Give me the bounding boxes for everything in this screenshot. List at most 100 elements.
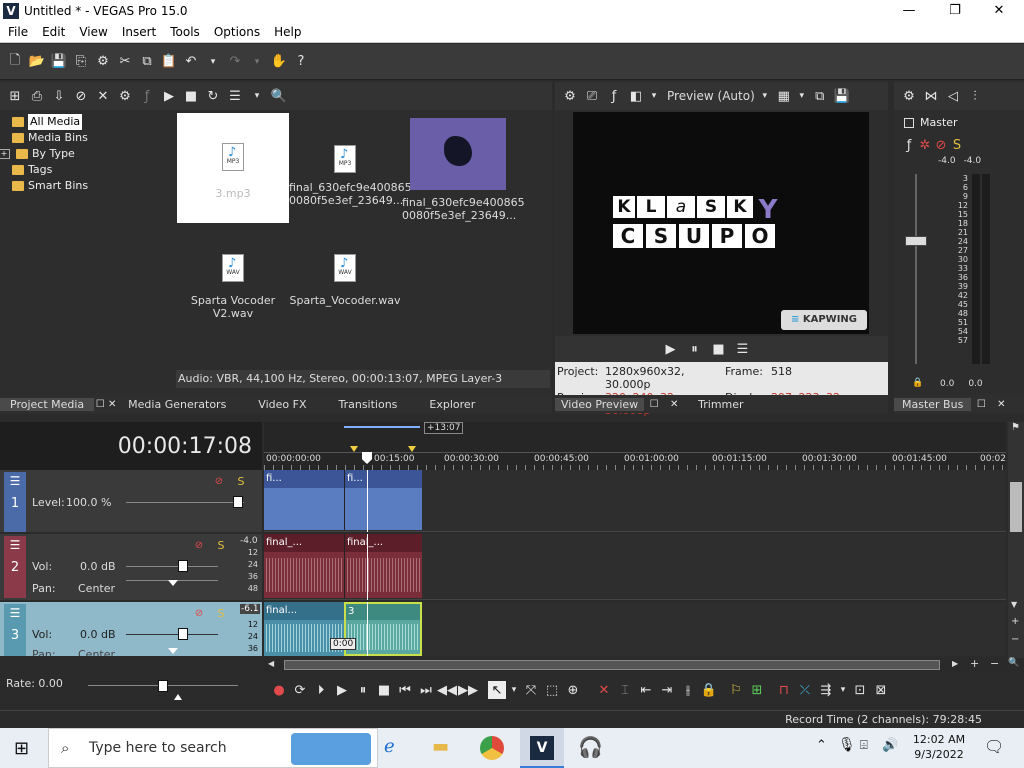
lock-event-icon[interactable]: 🔒	[700, 681, 718, 699]
touch-hand-icon[interactable]: ✋	[270, 53, 288, 71]
track-header-3[interactable]: ☰ 3 ⊘ S -6.1 Vol: 0.0 dB Pan: Center 12 2…	[0, 602, 262, 656]
audio-clip[interactable]: final_...	[344, 534, 422, 598]
master-properties-icon[interactable]: ⚙	[900, 87, 918, 105]
volume-slider-handle[interactable]	[178, 628, 188, 640]
microphone-icon[interactable]: 🎙	[838, 737, 856, 753]
undock-icon[interactable]: ☐	[94, 395, 106, 413]
trim-end-icon[interactable]: ⇥	[658, 681, 676, 699]
tree-item-smart-bins[interactable]: Smart Bins	[12, 178, 172, 194]
media-item[interactable]: WAV Sparta Vocoder V2.wav	[177, 254, 289, 320]
menu-options[interactable]: Options	[214, 25, 260, 39]
undock-icon[interactable]: ☐	[971, 395, 991, 413]
record-icon[interactable]: ●	[270, 681, 288, 699]
stop-preview-icon[interactable]: ■	[182, 87, 200, 105]
timeline-vertical-scrollbar[interactable]: ▼ + −	[1008, 470, 1024, 658]
capture-video-icon[interactable]: ⎙	[28, 87, 46, 105]
pan-slider-handle[interactable]	[168, 648, 178, 654]
downmix-icon[interactable]: ⋈	[922, 87, 940, 105]
network-icon[interactable]: ⌹	[860, 738, 868, 753]
preview-device-icon[interactable]: ⎚	[583, 87, 601, 105]
play-preview-icon[interactable]: ▶	[160, 87, 178, 105]
master-fx-icon[interactable]: ƒ	[902, 136, 916, 154]
tab-master-bus[interactable]: Master Bus	[894, 397, 972, 411]
master-mute-icon[interactable]: ⊘	[934, 136, 948, 154]
media-item[interactable]: MP3 3.mp3	[177, 113, 289, 223]
menu-edit[interactable]: Edit	[42, 25, 65, 39]
tab-explorer[interactable]: Explorer	[419, 398, 485, 411]
tree-item-by-type[interactable]: + By Type	[0, 146, 172, 162]
master-fader-handle[interactable]	[905, 236, 927, 246]
tab-transitions[interactable]: Transitions	[328, 398, 407, 411]
preview-menu-icon[interactable]: ☰	[734, 340, 752, 358]
video-clip[interactable]: fi...	[344, 470, 422, 530]
preview-pause-icon[interactable]: ⏸	[686, 340, 704, 358]
track-lane-2[interactable]: final_... final_...	[264, 534, 1006, 600]
preview-play-icon[interactable]: ▶	[662, 340, 680, 358]
paste-icon[interactable]: 📋	[160, 53, 178, 71]
lock-icon[interactable]: 🔒	[912, 378, 923, 388]
track-menu-icon[interactable]: ☰	[4, 474, 26, 488]
render-icon[interactable]: ⎘	[72, 53, 90, 71]
ripple-dropdown-icon[interactable]: ▾	[838, 681, 848, 699]
maximize-button[interactable]: ❐	[932, 0, 978, 22]
undo-dropdown-icon[interactable]: ▾	[204, 53, 222, 71]
show-hidden-icons[interactable]: ⌃	[816, 738, 827, 753]
views-dropdown-icon[interactable]: ▾	[248, 87, 266, 105]
media-item[interactable]: final_630efc9e400865 0080f5e3ef_23649...	[402, 118, 525, 222]
trim-icon[interactable]: ⇤	[637, 681, 655, 699]
tree-item-all-media[interactable]: All Media	[12, 114, 172, 130]
close-tab-icon[interactable]: ✕	[106, 395, 118, 413]
scroll-right-icon[interactable]: ▶	[952, 659, 958, 668]
media-item[interactable]: MP3 final_630efc9e400865 0080f5e3ef_2364…	[289, 113, 412, 207]
pan-slider-handle[interactable]	[168, 580, 178, 586]
previous-frame-icon[interactable]: ◀◀	[437, 681, 457, 699]
go-to-end-icon[interactable]: ⏭	[417, 681, 435, 699]
undo-icon[interactable]: ↶	[182, 53, 200, 71]
copy-snapshot-icon[interactable]: ⧉	[811, 87, 829, 105]
track-lane-3[interactable]: final... 3 0:00	[264, 602, 1006, 656]
normal-edit-tool-icon[interactable]: ↖	[488, 681, 506, 699]
tree-item-tags[interactable]: Tags	[12, 162, 172, 178]
tab-video-preview[interactable]: Video Preview	[555, 397, 645, 411]
next-frame-icon[interactable]: ▶▶	[458, 681, 478, 699]
video-clip[interactable]: fi...	[264, 470, 344, 530]
file-explorer-icon[interactable]: ▬	[432, 736, 449, 757]
new-project-icon[interactable]: 🗋	[6, 53, 24, 71]
close-tab-icon[interactable]: ✕	[991, 395, 1011, 413]
zoom-out-horizontal-icon[interactable]: −	[990, 657, 999, 670]
tab-trimmer[interactable]: Trimmer	[688, 398, 753, 411]
whats-this-help-icon[interactable]: ?	[292, 53, 310, 71]
preview-properties-icon[interactable]: ⚙	[561, 87, 579, 105]
internet-explorer-icon[interactable]: ℯ	[384, 736, 395, 757]
zoom-edit-tool-icon[interactable]: ⊕	[564, 681, 582, 699]
track2-mute-icon[interactable]: ⊘	[190, 536, 208, 554]
track-menu-icon[interactable]: ☰	[4, 538, 26, 552]
insert-marker-icon[interactable]: ⚐	[727, 681, 745, 699]
taskbar-vegas-active[interactable]: V	[520, 728, 564, 768]
play-icon[interactable]: ▶	[333, 681, 351, 699]
menu-tools[interactable]: Tools	[170, 25, 200, 39]
dim-output-icon[interactable]: ◁	[944, 87, 962, 105]
scroll-left-icon[interactable]: ◀	[268, 659, 274, 668]
zoom-in-vertical-icon[interactable]: +	[1011, 616, 1019, 627]
undock-icon[interactable]: ☐	[644, 395, 664, 413]
zoom-out-vertical-icon[interactable]: −	[1011, 634, 1019, 645]
auto-crossfade-icon[interactable]: ⤫	[796, 681, 814, 699]
import-media-icon[interactable]: ⊞	[6, 87, 24, 105]
overlays-dropdown-icon[interactable]: ▾	[797, 87, 807, 105]
stop-icon[interactable]: ■	[375, 681, 393, 699]
track1-solo-icon[interactable]: S	[232, 472, 250, 490]
track-menu-icon[interactable]: ☰	[4, 606, 26, 620]
tree-item-media-bins[interactable]: Media Bins	[12, 130, 172, 146]
tab-project-media[interactable]: Project Media	[0, 397, 95, 411]
rate-slider-handle[interactable]	[158, 680, 168, 692]
timeline-horizontal-scrollbar[interactable]: ◀ ▶ + − 🔍	[264, 657, 1024, 672]
copy-icon[interactable]: ⧉	[138, 53, 156, 71]
audacity-icon[interactable]: 🎧	[578, 735, 603, 759]
ripple-edit-icon[interactable]: ⇶	[817, 681, 835, 699]
lock-envelopes-icon[interactable]: ⊡	[851, 681, 869, 699]
selection-tool-icon[interactable]: ⬚	[543, 681, 561, 699]
peak-right[interactable]: -4.0	[964, 156, 982, 166]
tab-video-fx[interactable]: Video FX	[248, 398, 316, 411]
track2-solo-icon[interactable]: S	[212, 536, 230, 554]
